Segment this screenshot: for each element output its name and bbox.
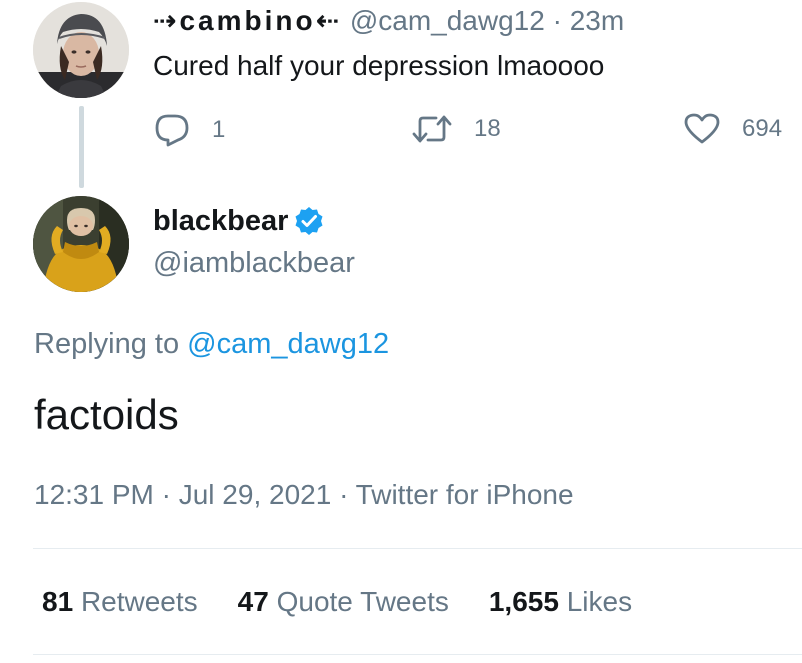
replying-to-label: Replying to — [34, 328, 188, 360]
verified-badge-icon — [295, 207, 323, 235]
tweet-timestamp[interactable]: 12:31 PM · Jul 29, 2021 · Twitter for iP… — [34, 476, 574, 514]
reply-icon — [155, 114, 189, 147]
retweets-count: 81 — [42, 586, 74, 617]
parent-avatar-image — [33, 2, 129, 98]
divider — [33, 654, 802, 655]
retweets-stat[interactable]: 81 Retweets — [42, 583, 198, 621]
quote-tweets-stat[interactable]: 47 Quote Tweets — [238, 583, 449, 621]
replying-to-handle-link[interactable]: @cam_dawg12 — [187, 328, 389, 360]
author-name-row[interactable]: blackbear — [153, 202, 324, 240]
retweet-count: 18 — [474, 115, 501, 142]
parent-separator: · — [552, 5, 562, 36]
parent-display-name[interactable]: ⇢cambino⇠ — [153, 5, 342, 36]
author-display-name[interactable]: blackbear — [153, 202, 288, 240]
parent-avatar[interactable] — [33, 2, 129, 98]
likes-count: 1,655 — [488, 586, 559, 617]
retweet-icon — [412, 115, 452, 143]
tweet-text: factoids — [34, 391, 179, 438]
parent-timestamp[interactable]: 23m — [570, 5, 624, 36]
quote-tweets-count: 47 — [237, 586, 269, 617]
author-avatar-image — [33, 196, 129, 292]
thread-line — [79, 106, 84, 188]
heart-icon — [684, 113, 720, 144]
parent-tweet-header: ⇢cambino⇠ @cam_dawg12 · 23m — [153, 3, 624, 39]
author-avatar[interactable] — [33, 196, 129, 292]
parent-handle[interactable]: @cam_dawg12 — [350, 5, 545, 36]
reply-count: 1 — [212, 116, 226, 143]
retweet-button[interactable]: 18 — [412, 113, 501, 145]
reply-button[interactable]: 1 — [154, 113, 225, 147]
like-button[interactable]: 694 — [684, 113, 782, 145]
quote-tweets-label: Quote Tweets — [276, 586, 449, 617]
parent-tweet-text: Cured half your depression lmaoooo — [153, 50, 605, 81]
divider — [33, 548, 802, 549]
likes-stat[interactable]: 1,655 Likes — [489, 583, 632, 621]
likes-label: Likes — [566, 586, 633, 617]
tweet-stats: 81 Retweets 47 Quote Tweets 1,655 Likes — [42, 583, 672, 621]
replying-to: Replying to @cam_dawg12 — [34, 325, 389, 363]
retweets-label: Retweets — [80, 586, 198, 617]
author-handle[interactable]: @iamblackbear — [153, 244, 355, 282]
like-count: 694 — [742, 115, 783, 142]
